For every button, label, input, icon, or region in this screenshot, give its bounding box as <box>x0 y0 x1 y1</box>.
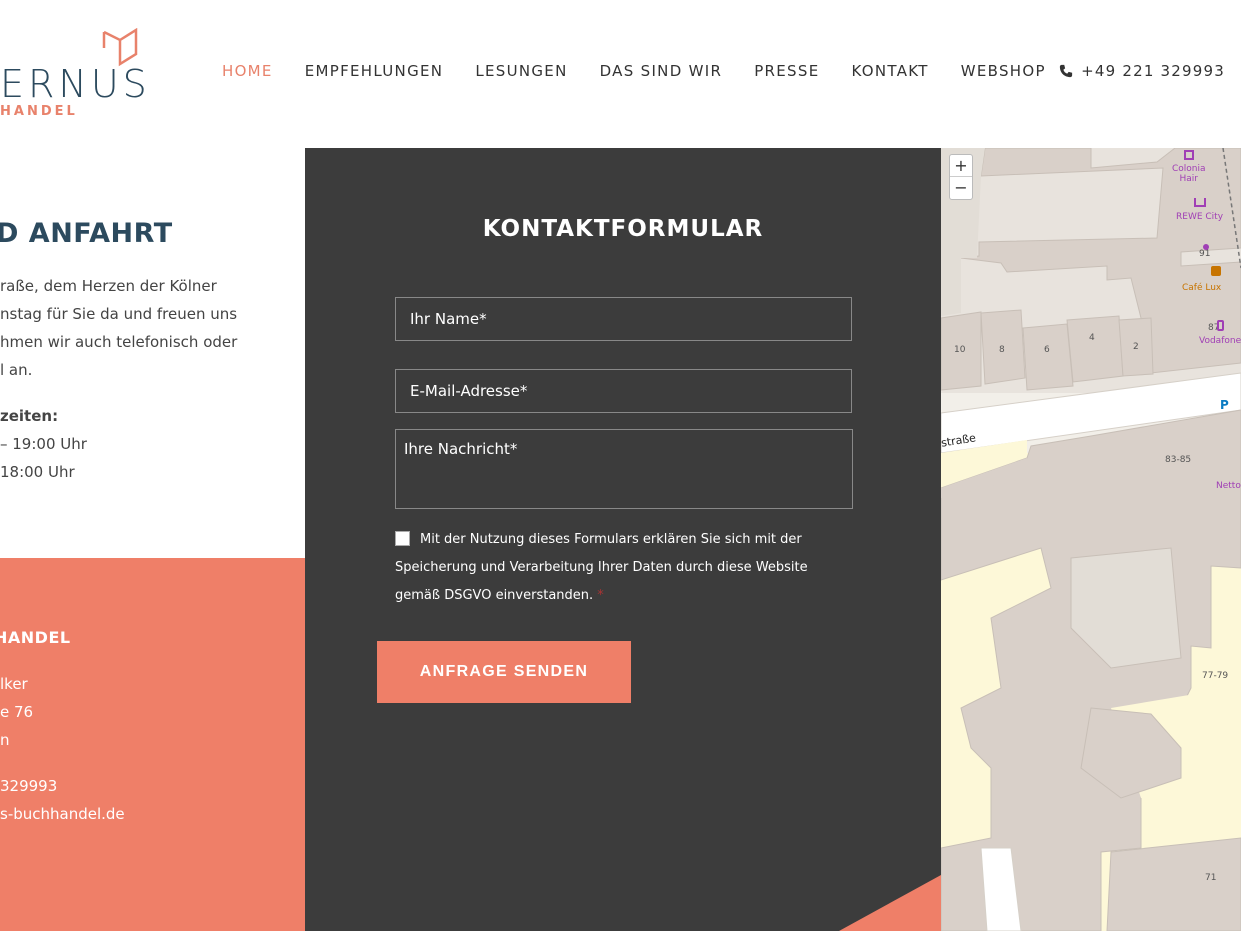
contact-form-section: KONTAKTFORMULAR Ihr Name* E-Mail-Adresse… <box>305 148 941 931</box>
map-house-number: 71 <box>1205 873 1217 883</box>
map-house-number: 4 <box>1089 333 1095 343</box>
phone-icon <box>1059 64 1073 78</box>
site-logo[interactable]: ERNUS HANDEL <box>0 28 150 123</box>
map-tiles <box>941 148 1241 931</box>
logo-wordmark: ERNUS <box>0 62 151 106</box>
map-zoom-control: + − <box>949 154 973 200</box>
address-block: lker e 76 n <box>0 670 33 754</box>
opening-hours-line: 18:00 Uhr <box>0 463 75 481</box>
nav-empfehlungen[interactable]: EMPFEHLUNGEN <box>305 62 444 80</box>
main-nav: HOME EMPFEHLUNGEN LESUNGEN DAS SIND WIR … <box>222 62 1078 80</box>
nav-webshop[interactable]: WEBSHOP <box>961 62 1046 80</box>
nav-home[interactable]: HOME <box>222 62 273 80</box>
zoom-out-button[interactable]: − <box>950 177 972 199</box>
directions-section: D ANFAHRT raße, dem Herzen der Kölner ns… <box>0 148 305 558</box>
map-house-number: 2 <box>1133 342 1139 352</box>
map-hairdresser-icon <box>1184 150 1194 160</box>
opening-hours-line: – 19:00 Uhr <box>0 435 87 453</box>
map-shop-icon <box>1194 198 1206 207</box>
site-header: ERNUS HANDEL HOME EMPFEHLUNGEN LESUNGEN … <box>0 0 1241 148</box>
map-house-number: 91 <box>1199 249 1211 259</box>
address-section: HANDEL lker e 76 n 329993 s-buchhandel.d… <box>0 558 305 931</box>
directions-text: raße, dem Herzen der Kölner nstag für Si… <box>0 272 300 384</box>
contact-email[interactable]: s-buchhandel.de <box>0 800 125 828</box>
logo-subtitle: HANDEL <box>0 104 78 119</box>
map-house-number: 77-79 <box>1202 671 1229 681</box>
map-house-number: 83-85 <box>1165 455 1192 465</box>
map[interactable]: + − Colonia Hair REWE City 91 Café Lux 8 7… <box>941 148 1241 931</box>
opening-hours: zeiten: – 19:00 Uhr 18:00 Uhr <box>0 402 87 486</box>
directions-line: l an. <box>0 361 33 379</box>
map-house-number: 8 <box>999 345 1005 355</box>
map-house-number: 6 <box>1044 345 1050 355</box>
address-title: HANDEL <box>0 628 71 647</box>
phone-number: +49 221 329993 <box>1081 62 1225 80</box>
map-poi-netto[interactable]: Netto <box>1216 481 1241 491</box>
directions-line: nstag für Sie da und freuen uns <box>0 305 238 323</box>
directions-title: D ANFAHRT <box>0 218 173 249</box>
directions-line: raße, dem Herzen der Kölner <box>0 277 217 295</box>
map-parking-icon: P <box>1220 398 1229 412</box>
decorative-wedge <box>839 875 941 931</box>
nav-das-sind-wir[interactable]: DAS SIND WIR <box>600 62 723 80</box>
map-poi-colonia[interactable]: Colonia Hair <box>1172 164 1206 184</box>
nav-lesungen[interactable]: LESUNGEN <box>475 62 567 80</box>
contact-phone[interactable]: 329993 <box>0 772 125 800</box>
zoom-in-button[interactable]: + <box>950 155 972 177</box>
map-house-number: 10 <box>954 345 966 355</box>
header-phone[interactable]: +49 221 329993 <box>1059 62 1225 80</box>
map-phone-shop-icon <box>1217 320 1224 331</box>
contact-block: 329993 s-buchhandel.de <box>0 772 125 828</box>
address-line: lker <box>0 675 28 693</box>
address-line: e 76 <box>0 703 34 721</box>
address-line: n <box>0 731 10 749</box>
map-poi-cafe[interactable]: Café Lux <box>1182 283 1221 293</box>
map-cafe-icon <box>1211 266 1221 276</box>
map-poi-dot <box>1203 244 1209 250</box>
map-poi-rewe[interactable]: REWE City <box>1176 212 1223 222</box>
nav-presse[interactable]: PRESSE <box>754 62 819 80</box>
nav-kontakt[interactable]: KONTAKT <box>851 62 928 80</box>
directions-line: hmen wir auch telefonisch oder <box>0 333 238 351</box>
opening-hours-label: zeiten: <box>0 407 59 425</box>
map-poi-vodafone[interactable]: Vodafone <box>1199 336 1241 346</box>
